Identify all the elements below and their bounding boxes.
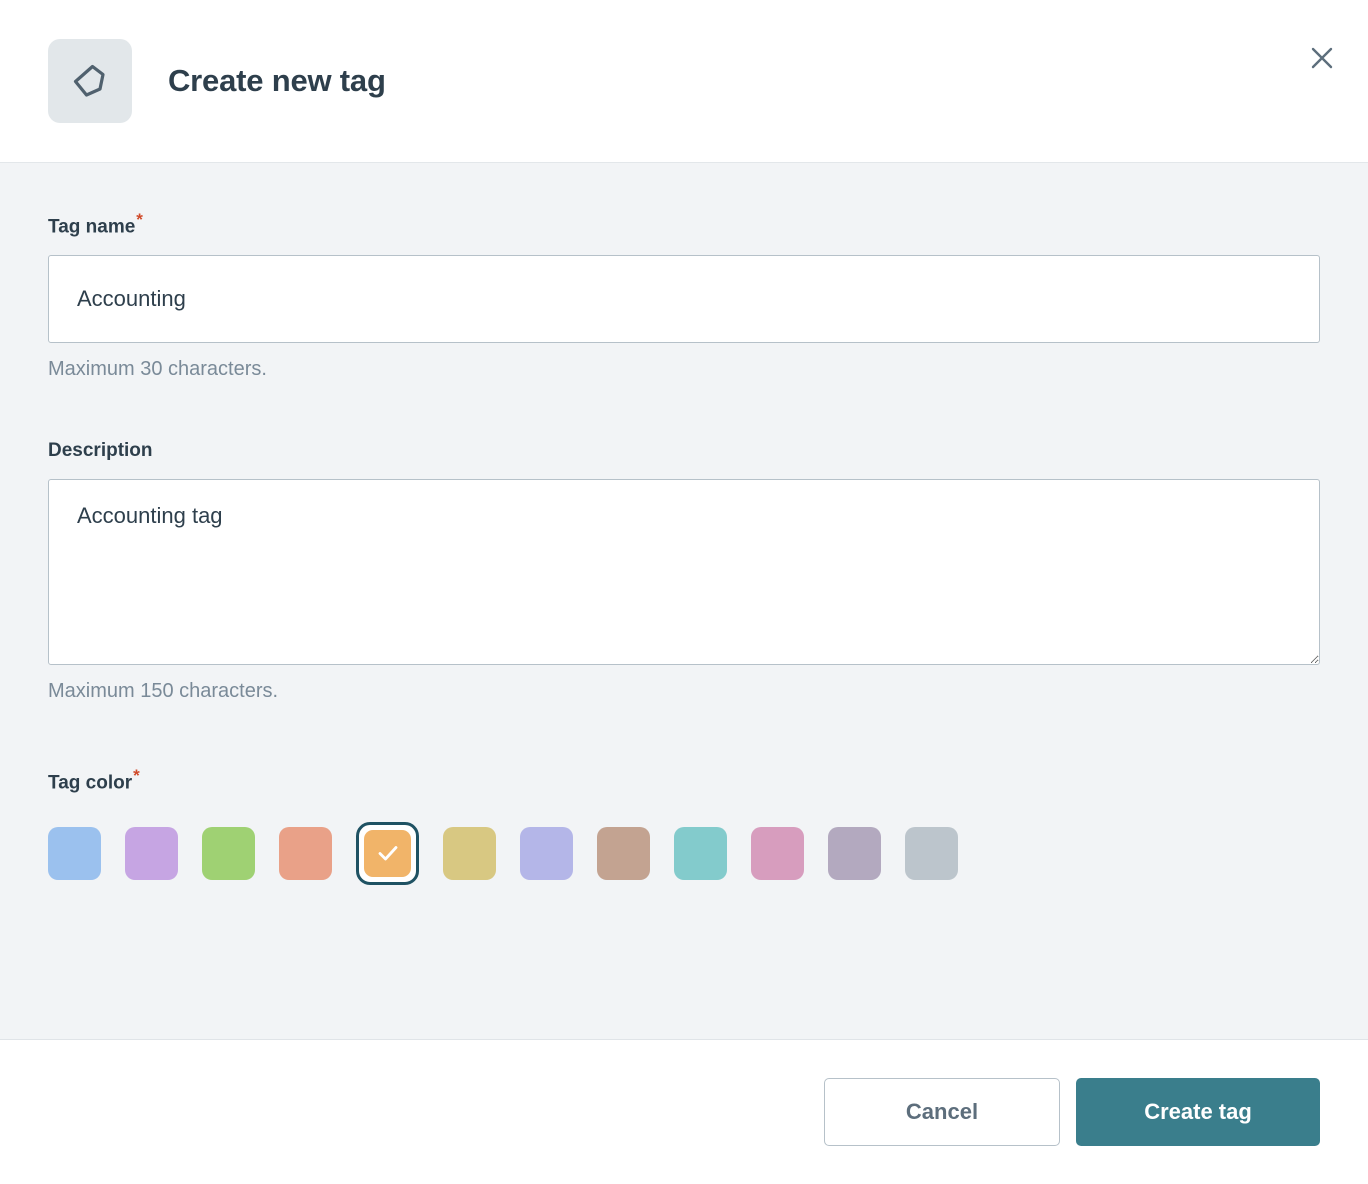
tag-color-swatch-row [48,822,1320,885]
color-swatch-fill [597,827,650,880]
tag-name-label: Tag name* [48,211,143,239]
tag-color-label: Tag color* [48,767,140,795]
tag-name-field-block: Tag name* Maximum 30 characters. [48,211,1320,381]
color-swatch-fill [751,827,804,880]
color-swatch-tan[interactable] [597,827,650,880]
color-swatch-green[interactable] [202,827,255,880]
color-swatch-pink[interactable] [751,827,804,880]
color-swatch-gray[interactable] [905,827,958,880]
page-title: Create new tag [168,63,386,99]
description-textarea[interactable] [48,479,1320,665]
tag-polygon-icon [48,39,132,123]
color-swatch-fill [364,830,411,877]
color-swatch-fill [674,827,727,880]
description-help-text: Maximum 150 characters. [48,679,1320,703]
required-marker: * [133,766,140,785]
color-swatch-fill [905,827,958,880]
color-swatch-fill [48,827,101,880]
color-swatch-fill [443,827,496,880]
tag-color-field-block: Tag color* [48,767,1320,884]
description-label-text: Description [48,440,153,461]
color-swatch-mauve[interactable] [828,827,881,880]
modal-footer: Cancel Create tag [0,1040,1368,1184]
color-swatch-teal[interactable] [674,827,727,880]
tag-name-label-text: Tag name [48,216,135,237]
create-tag-button[interactable]: Create tag [1076,1078,1320,1146]
color-swatch-periwinkle[interactable] [520,827,573,880]
color-swatch-fill [125,827,178,880]
color-swatch-fill [202,827,255,880]
tag-name-input[interactable] [48,255,1320,343]
tag-name-help-text: Maximum 30 characters. [48,357,1320,381]
color-swatch-fill [279,827,332,880]
color-swatch-fill [828,827,881,880]
color-swatch-fill [520,827,573,880]
color-swatch-purple[interactable] [125,827,178,880]
color-swatch-blue[interactable] [48,827,101,880]
description-field-block: Description Maximum 150 characters. [48,439,1320,703]
color-swatch-salmon[interactable] [279,827,332,880]
tag-color-label-text: Tag color [48,773,132,794]
color-swatch-orange[interactable] [356,822,419,885]
create-tag-modal: Create new tag Tag name* Maximum 30 char… [0,0,1368,1184]
modal-header: Create new tag [0,0,1368,163]
close-icon[interactable] [1306,42,1338,74]
description-label: Description [48,439,153,463]
cancel-button[interactable]: Cancel [824,1078,1060,1146]
modal-body: Tag name* Maximum 30 characters. Descrip… [0,163,1368,1040]
color-swatch-khaki[interactable] [443,827,496,880]
required-marker: * [136,210,143,229]
check-icon [374,839,402,867]
